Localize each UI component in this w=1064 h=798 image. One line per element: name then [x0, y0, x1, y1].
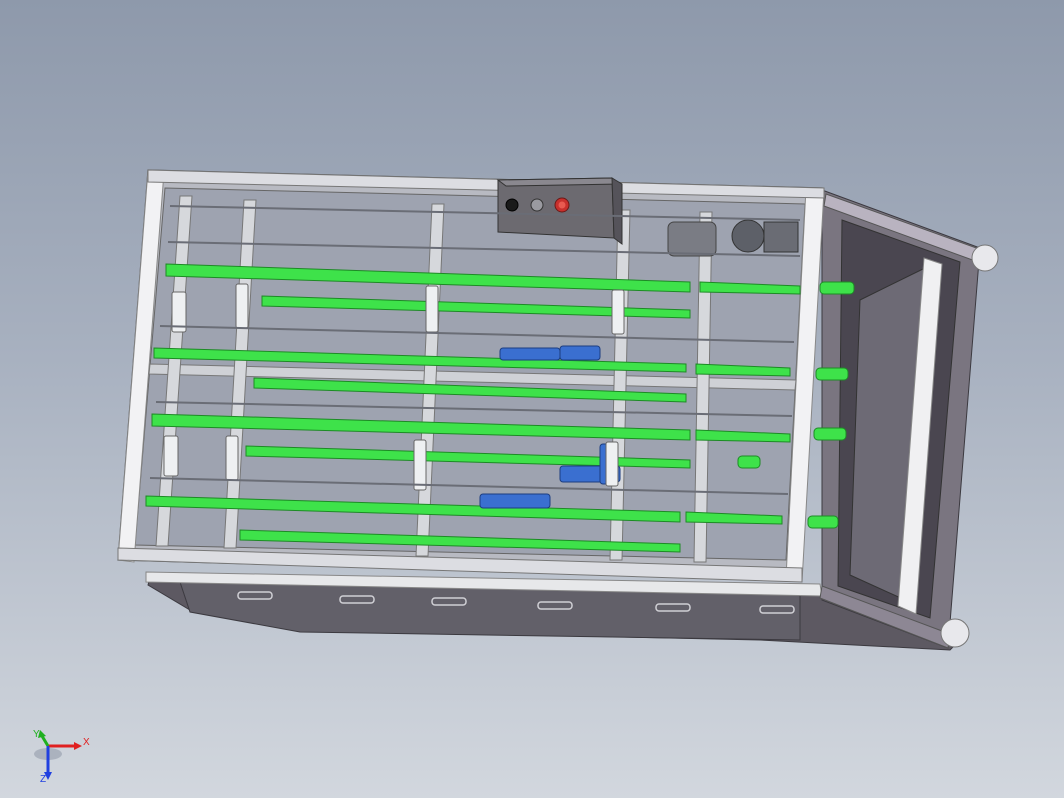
caster-bottom-right — [940, 618, 970, 648]
x-axis-label: X — [83, 737, 90, 748]
z-axis-label: Z — [40, 774, 46, 784]
y-axis-label: Y — [33, 729, 40, 740]
graphics-viewport[interactable]: X Y Z — [0, 0, 1064, 798]
black-button[interactable] — [505, 198, 519, 212]
grey-button[interactable] — [530, 198, 544, 212]
conveyor-machine-model[interactable] — [0, 0, 1064, 798]
coordinate-triad[interactable]: X Y Z — [30, 728, 94, 785]
caster-top-right — [971, 244, 999, 272]
y-axis-arrow — [40, 735, 50, 747]
